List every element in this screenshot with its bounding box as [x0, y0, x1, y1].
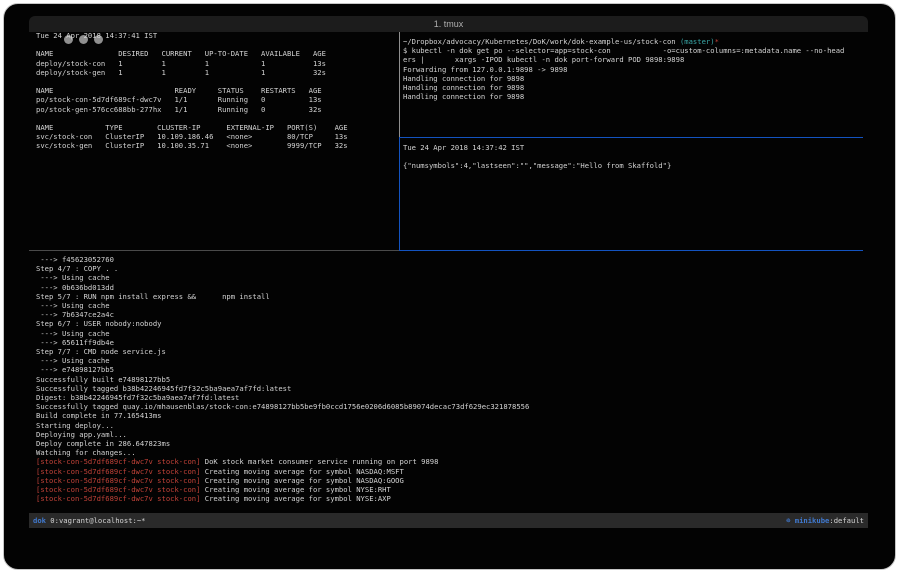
tmux-status-bar: dok 0:vagrant@localhost:~* ☸ minikube:de… — [29, 513, 868, 528]
pane-divider-horizontal-active-top — [400, 137, 863, 138]
pane-divider-horizontal-inactive — [29, 250, 399, 251]
status-session-and-window[interactable]: dok 0:vagrant@localhost:~* — [33, 513, 146, 528]
window-title: 1. tmux — [29, 16, 868, 32]
pane-service-response-active[interactable]: Tue 24 Apr 2018 14:37:42 IST {"numsymbol… — [403, 143, 671, 171]
pane-port-forward-shell[interactable]: ~/Dropbox/advocacy/Kubernetes/DoK/work/d… — [403, 37, 844, 101]
pane-divider-vertical-active — [399, 137, 400, 251]
kube-context-indicator: ☸ minikube:default — [786, 513, 864, 528]
pane-skaffold-build-log[interactable]: ---> f45623052760 Step 4/7 : COPY . . --… — [36, 255, 529, 503]
pane-divider-horizontal-active-bottom — [400, 250, 863, 251]
pane-kubectl-resources[interactable]: Tue 24 Apr 2018 14:37:41 IST NAME DESIRE… — [36, 31, 348, 151]
pane-divider-vertical-inactive — [399, 32, 400, 137]
screenshot-canvas: 1. tmux Tue 24 Apr 2018 14:37:41 IST NAM… — [0, 0, 900, 574]
